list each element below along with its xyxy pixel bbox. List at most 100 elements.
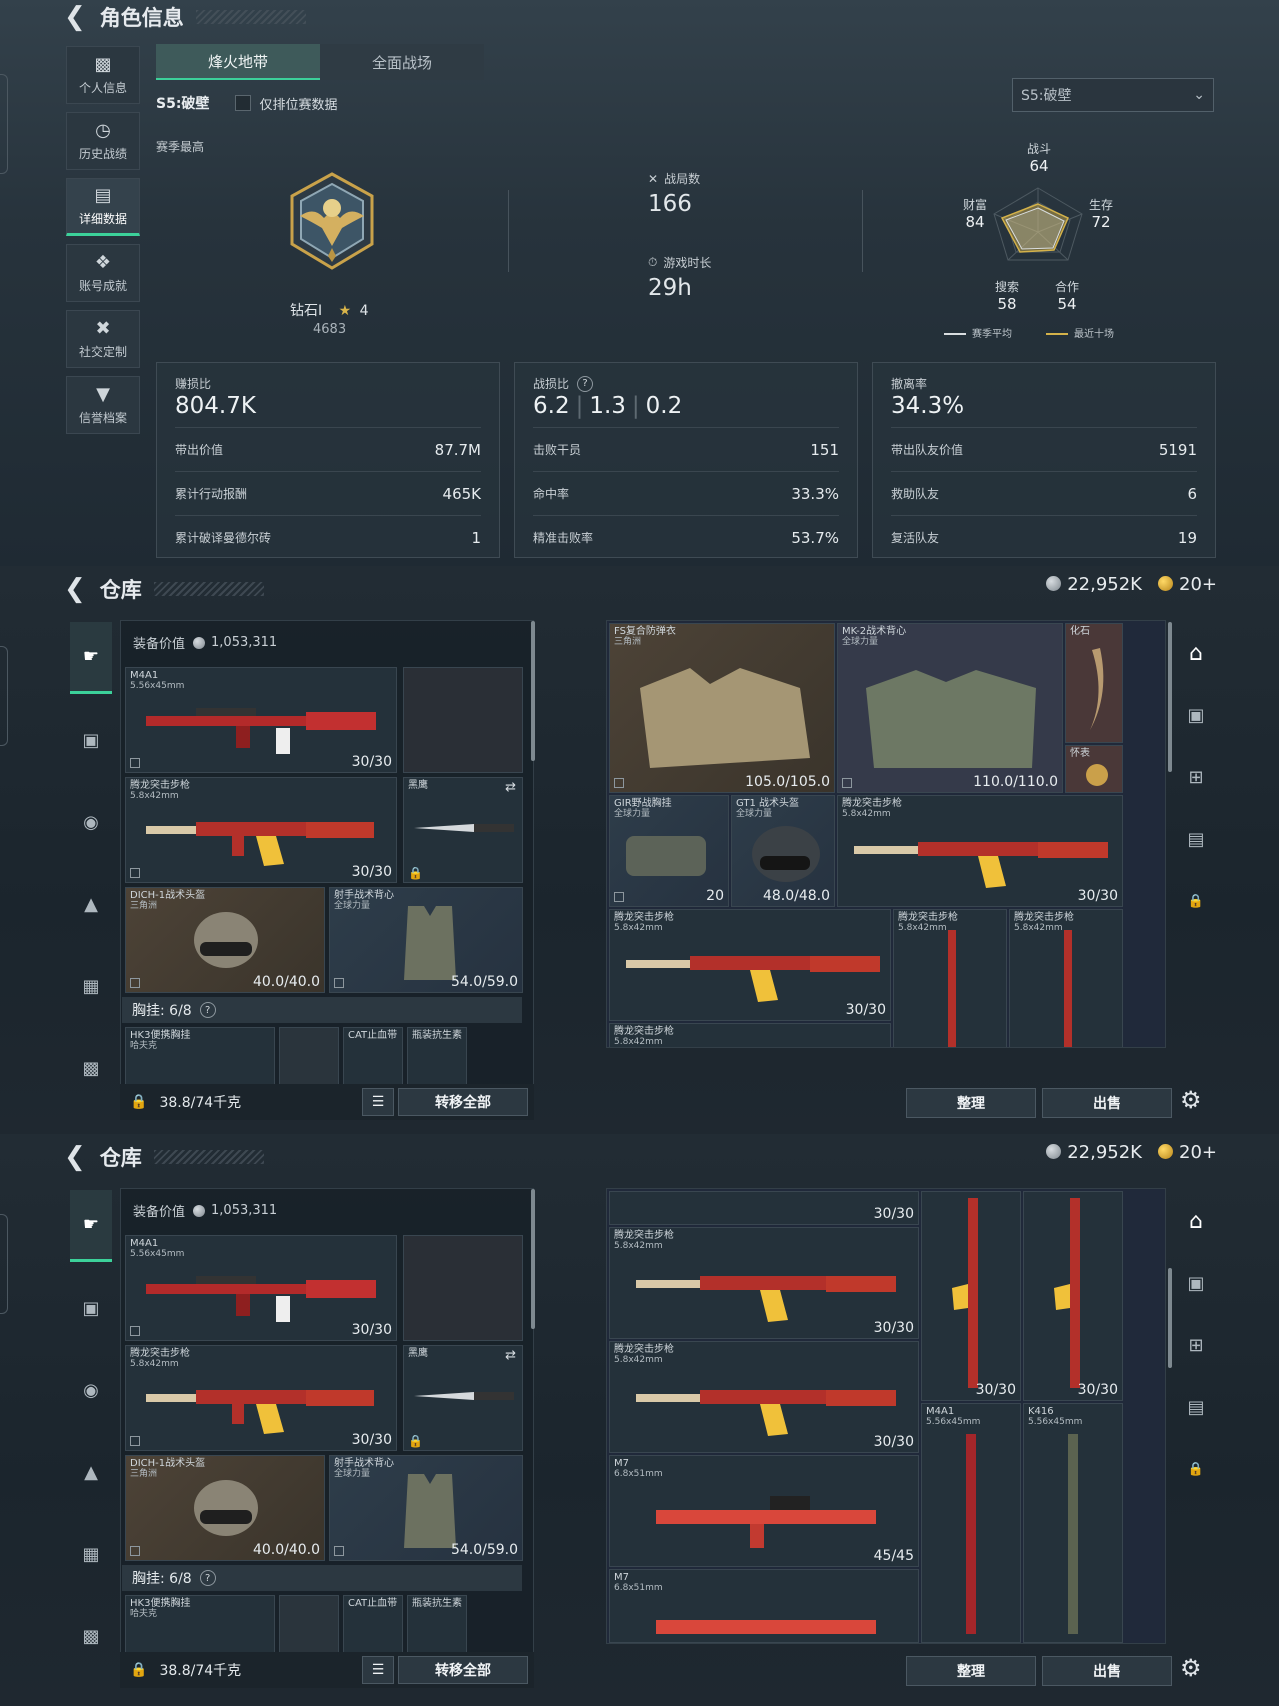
help-icon[interactable]: ? <box>199 1002 216 1018</box>
category-bag-icon[interactable]: ▲ <box>70 1436 112 1508</box>
sidebar-item-social[interactable]: ✖ 社交定制 <box>66 310 140 368</box>
primary-weapon-slot[interactable]: M4A1 5.56x45mm 30/30 <box>125 667 397 773</box>
grid-item-gt1-helmet[interactable]: GT1 战术头盔 全球力量 48.0/48.0 <box>731 795 835 907</box>
legend-recent: 最近十场 <box>1046 325 1114 340</box>
sort-button[interactable]: 整理 <box>906 1088 1036 1118</box>
grid-item-fs-armor[interactable]: FS复合防弹衣 三角洲 105.0/105.0 <box>609 623 835 793</box>
category-helmet-icon[interactable]: ◉ <box>70 1354 112 1426</box>
gear-icon[interactable]: ⚙ <box>1180 1086 1202 1114</box>
grid-item-watch[interactable]: 怀表 <box>1065 745 1123 793</box>
matches-stat: ✕ 战局数 166 <box>648 170 700 218</box>
grid-item-rifle[interactable]: 腾龙突击步枪 5.8x42mm <box>609 1023 891 1047</box>
grid-item-gir-rig[interactable]: GIR野战胸挂 全球力量 20 <box>609 795 729 907</box>
grid-item-m7[interactable]: M7 6.8x51mm 45/45 <box>609 1455 919 1567</box>
grid-item-fossil[interactable]: 化石 <box>1065 623 1123 743</box>
grid-item-rifle[interactable]: 腾龙突击步枪 5.8x42mm 30/30 <box>609 909 891 1021</box>
category-weapon-icon[interactable]: ☛ <box>70 1190 112 1262</box>
container-3-icon[interactable]: ▤ <box>1172 1376 1220 1438</box>
grid-item-rifle-vertical[interactable]: 30/30 <box>921 1191 1021 1401</box>
gear-icon[interactable]: ⚙ <box>1180 1654 1202 1682</box>
back-arrow-icon[interactable]: ❮ <box>64 2 86 32</box>
pistol-slot-empty[interactable] <box>403 667 523 773</box>
rig-slot-tourniquet[interactable]: CAT止血带 <box>343 1595 403 1655</box>
transfer-all-button[interactable]: 转移全部 <box>398 1656 528 1684</box>
grid-item-k416-vertical[interactable]: K416 5.56x45mm <box>1023 1403 1123 1643</box>
pistol-slot-empty[interactable] <box>403 1235 523 1341</box>
season-select[interactable]: S5:破壁 ⌄ <box>1012 78 1214 112</box>
back-arrow-icon[interactable]: ❮ <box>64 1142 86 1172</box>
melee-slot[interactable]: 黑鹰 ⇄ 🔒 <box>403 777 523 883</box>
grid-item-m4a1-vertical[interactable]: M4A1 5.56x45mm <box>921 1403 1021 1643</box>
grid-item-mk2-vest[interactable]: MK-2战术背心 全球力量 110.0/110.0 <box>837 623 1063 793</box>
grid-item-rifle[interactable]: 腾龙突击步枪 5.8x42mm 30/30 <box>837 795 1123 907</box>
grid-item-rifle-vertical[interactable]: 30/30 <box>1023 1191 1123 1401</box>
container-3-icon[interactable]: ▤ <box>1172 808 1220 870</box>
transfer-all-button[interactable]: 转移全部 <box>398 1088 528 1116</box>
sell-button[interactable]: 出售 <box>1042 1656 1172 1686</box>
coupon-display: 20+ <box>1158 1142 1217 1163</box>
sidebar-item-detail-data[interactable]: ▤ 详细数据 <box>66 178 140 236</box>
tenglong-rifle-image <box>636 1276 896 1322</box>
sidebar-item-history[interactable]: ◷ 历史战绩 <box>66 112 140 170</box>
helmet-slot[interactable]: DICH-1战术头盔 三角洲 40.0/40.0 <box>125 887 325 993</box>
help-icon[interactable]: ? <box>199 1570 216 1586</box>
category-case-icon[interactable]: ▩ <box>70 1600 112 1672</box>
tab-warfare[interactable]: 全面战场 <box>320 44 484 80</box>
sidebar-item-personal-info[interactable]: ▩ 个人信息 <box>66 46 140 104</box>
radar-value: 58 <box>997 295 1017 313</box>
swap-icon[interactable]: ⇄ <box>505 780 516 795</box>
category-helmet-icon[interactable]: ◉ <box>70 786 112 858</box>
season-row: S5:破壁 仅排位赛数据 <box>156 93 337 113</box>
primary-weapon-slot[interactable]: M4A1 5.56x45mm 30/30 <box>125 1235 397 1341</box>
container-1-icon[interactable]: ▣ <box>1172 1252 1220 1314</box>
radar-value: 54 <box>1057 295 1077 313</box>
container-1-icon[interactable]: ▣ <box>1172 684 1220 746</box>
category-rig-icon[interactable]: ▦ <box>70 950 112 1022</box>
rig-slot-antibiotic[interactable]: 瓶装抗生素 <box>407 1595 467 1655</box>
armor-slot[interactable]: 射手战术背心 全球力量 54.0/59.0 <box>329 1455 523 1561</box>
category-case-icon[interactable]: ▩ <box>70 1032 112 1104</box>
grid-item-rifle[interactable]: 腾龙突击步枪 5.8x42mm 30/30 <box>609 1341 919 1453</box>
scrollbar[interactable] <box>531 1189 535 1329</box>
ranked-only-checkbox[interactable] <box>235 95 252 111</box>
secondary-weapon-slot[interactable]: 腾龙突击步枪 5.8x42mm 30/30 <box>125 1345 397 1451</box>
container-add-icon[interactable]: ⊞ <box>1172 1314 1220 1376</box>
sidebar-item-credit[interactable]: ▼ 信誉档案 <box>66 376 140 434</box>
category-armor-icon[interactable]: ▣ <box>70 704 112 776</box>
helmet-slot[interactable]: DICH-1战术头盔 三角洲 40.0/40.0 <box>125 1455 325 1561</box>
medal-icon: ❖ <box>94 252 112 273</box>
warehouse-icon[interactable]: ⌂ <box>1172 622 1220 684</box>
grid-item-rifle-partial[interactable]: 30/30 <box>609 1191 919 1225</box>
melee-slot[interactable]: 黑鹰 ⇄ 🔒 <box>403 1345 523 1451</box>
category-rig-icon[interactable]: ▦ <box>70 1518 112 1590</box>
rig-slot-empty[interactable] <box>279 1595 339 1655</box>
rig-slot-empty[interactable] <box>279 1027 339 1087</box>
rig-slot-antibiotic[interactable]: 瓶装抗生素 <box>407 1027 467 1087</box>
grid-item-rifle-vertical[interactable]: 腾龙突击步枪 5.8x42mm <box>893 909 1007 1047</box>
armor-slot[interactable]: 射手战术背心 全球力量 54.0/59.0 <box>329 887 523 993</box>
sort-button[interactable]: 整理 <box>906 1656 1036 1686</box>
list-view-button[interactable]: ☰ <box>362 1656 394 1684</box>
secondary-weapon-slot[interactable]: 腾龙突击步枪 5.8x42mm 30/30 <box>125 777 397 883</box>
category-bag-icon[interactable]: ▲ <box>70 868 112 940</box>
grid-item-rifle-vertical[interactable]: 腾龙突击步枪 5.8x42mm <box>1009 909 1123 1047</box>
left-edge-tab <box>0 74 8 174</box>
rig-slot-hk3[interactable]: HK3便携胸挂 哈夫克 <box>125 1027 275 1087</box>
sell-button[interactable]: 出售 <box>1042 1088 1172 1118</box>
help-icon[interactable]: ? <box>577 375 594 392</box>
rig-slot-tourniquet[interactable]: CAT止血带 <box>343 1027 403 1087</box>
category-armor-icon[interactable]: ▣ <box>70 1272 112 1344</box>
grid-item-rifle[interactable]: 腾龙突击步枪 5.8x42mm 30/30 <box>609 1227 919 1339</box>
swap-icon[interactable]: ⇄ <box>505 1348 516 1363</box>
tab-operations[interactable]: 烽火地带 <box>156 44 320 80</box>
scrollbar[interactable] <box>531 621 535 761</box>
rig-slot-hk3[interactable]: HK3便携胸挂 哈夫克 <box>125 1595 275 1655</box>
warehouse-icon[interactable]: ⌂ <box>1172 1190 1220 1252</box>
container-add-icon[interactable]: ⊞ <box>1172 746 1220 808</box>
category-weapon-icon[interactable]: ☛ <box>70 622 112 694</box>
list-view-button[interactable]: ☰ <box>362 1088 394 1116</box>
radar-value: 84 <box>965 213 985 231</box>
back-arrow-icon[interactable]: ❮ <box>64 574 86 604</box>
grid-item-m7[interactable]: M7 6.8x51mm <box>609 1569 919 1643</box>
sidebar-item-achievements[interactable]: ❖ 账号成就 <box>66 244 140 302</box>
